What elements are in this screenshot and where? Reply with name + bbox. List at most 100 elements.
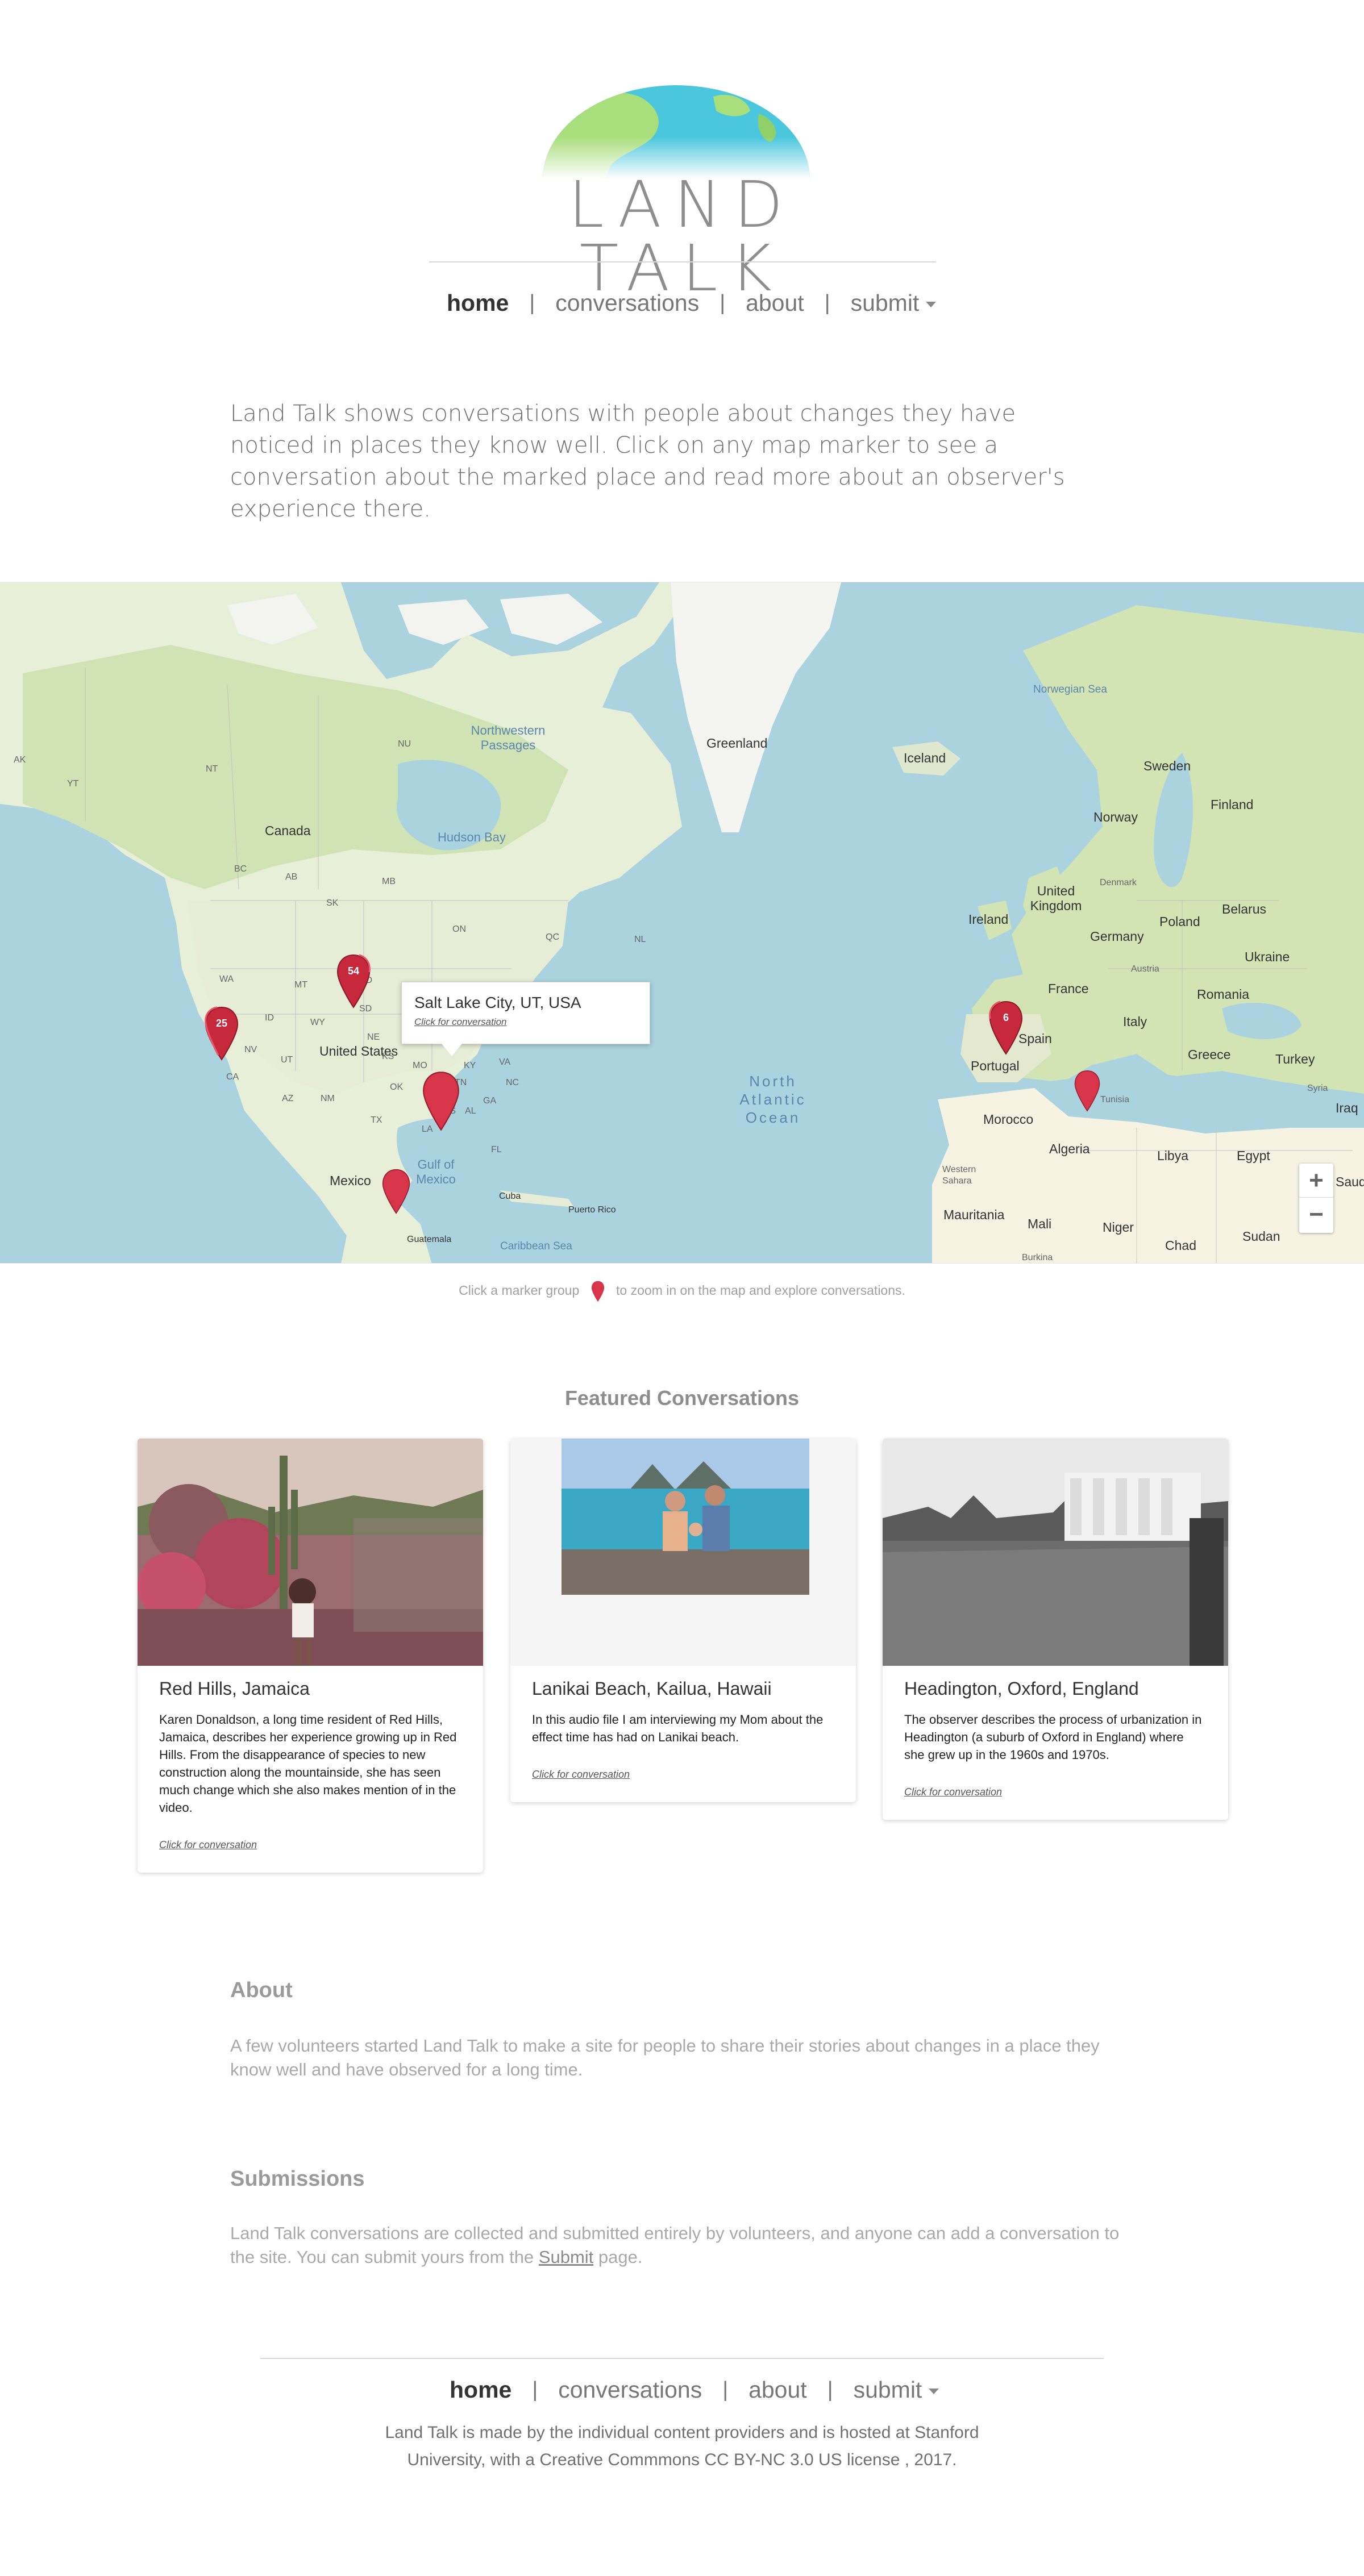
map-label: Northwestern Passages [471,723,546,752]
nav-submit-label: submit [850,289,920,316]
map-label: Mexico [330,1173,371,1188]
map-label: Saudi A [1336,1174,1364,1189]
about-text: A few volunteers started Land Talk to ma… [230,2036,1100,2079]
map-label: KY [464,1061,476,1070]
map-marker-group[interactable]: 6 [989,1001,1023,1055]
popup-conversation-link[interactable]: Click for conversation [414,1016,637,1028]
map-label: Niger [1103,1220,1134,1235]
map-marker[interactable] [382,1169,410,1214]
nav-separator: | [720,290,726,315]
card-description: Karen Donaldson, a long time resident of… [159,1712,457,1815]
nav-conversations[interactable]: conversations [555,2377,705,2403]
zoom-in-button[interactable]: + [1299,1164,1333,1198]
card-title: Lanikai Beach, Kailua, Hawaii [532,1678,772,1699]
map-label: Cuba [499,1191,521,1201]
header-divider [429,261,936,262]
card-photo [138,1439,483,1666]
featured-card[interactable]: Headington, Oxford, England The observer… [883,1439,1228,1820]
map-marker[interactable] [1074,1070,1100,1112]
footer-line: Land Talk is made by the individual cont… [385,2423,979,2442]
map-label: North Atlantic Ocean [739,1073,806,1126]
map-label: Spain [1018,1031,1052,1046]
map-label: Iraq [1336,1101,1358,1115]
map-label: Greece [1188,1047,1231,1062]
card-photo [510,1439,856,1666]
map-label: Puerto Rico [568,1205,616,1215]
map-pin-icon [1074,1070,1100,1112]
nav-submit-dropdown[interactable]: submit [850,2377,943,2403]
map-pin-icon [382,1169,410,1214]
nav-home[interactable]: home [446,2377,515,2403]
map-label: Portugal [971,1058,1020,1073]
map-label: Chad [1165,1238,1196,1253]
map-label: Egypt [1237,1148,1270,1163]
map-hint: Click a marker group to zoom in on the m… [0,1281,1364,1302]
footer-divider [260,2358,1104,2359]
featured-card[interactable]: Red Hills, Jamaica Karen Donaldson, a lo… [138,1439,483,1873]
map-label: Denmark [1100,878,1137,887]
marker-count: 6 [1003,1012,1009,1023]
map-label: OK [390,1082,404,1092]
map-marker-group[interactable]: 25 [205,1006,239,1061]
card-conversation-link[interactable]: Click for conversation [159,1839,257,1851]
nav-submit-dropdown[interactable]: submit [847,290,940,316]
map-label: France [1048,981,1089,996]
map-marker-group[interactable]: 54 [336,954,371,1008]
map-label: Belarus [1222,902,1266,916]
nav-home[interactable]: home [443,290,512,316]
site-logo[interactable]: LAND TALK [472,80,892,301]
map-marker[interactable] [422,1070,460,1132]
map-label: Greenland [706,736,768,751]
map-label: Syria [1307,1083,1328,1093]
map-label: SK [326,898,339,908]
map-label: AK [14,755,26,765]
site-title: LAND TALK [568,168,796,306]
nav-about[interactable]: about [745,2377,810,2403]
map-label: Italy [1123,1014,1147,1029]
map-label: Libya [1157,1148,1188,1163]
map-label: CA [226,1072,239,1082]
nav-about[interactable]: about [742,290,808,316]
submissions-text-before: Land Talk conversations are collected an… [230,2223,1120,2267]
map-label: Turkey [1275,1052,1315,1066]
map-label: Gulf of Mexico [416,1157,456,1186]
about-title: About [230,1978,293,2002]
map-label: WY [310,1018,325,1027]
map-label: NL [634,935,646,944]
map-label: Sweden [1143,758,1191,773]
card-conversation-link[interactable]: Click for conversation [532,1769,630,1781]
card-conversation-link[interactable]: Click for conversation [904,1786,1002,1798]
map-popup: Salt Lake City, UT, USA Click for conver… [401,982,650,1056]
marker-count: 54 [347,965,360,977]
caret-down-icon [929,2388,939,2394]
nav-separator: | [824,290,830,315]
card-description: In this audio file I am interviewing my … [532,1712,824,1744]
map-label: TX [371,1115,382,1125]
card-photo [883,1439,1228,1666]
card-title: Headington, Oxford, England [904,1678,1139,1699]
map-label: Hudson Bay [438,830,506,844]
map-pin-icon [591,1281,604,1302]
map-label: Tunisia [1100,1095,1129,1104]
map-label: NC [506,1078,519,1087]
submit-page-link[interactable]: Submit [539,2247,593,2267]
map-label: KS [382,1052,394,1061]
featured-card[interactable]: Lanikai Beach, Kailua, Hawaii In this au… [510,1439,856,1802]
marker-count: 25 [215,1018,228,1029]
card-title: Red Hills, Jamaica [159,1678,310,1699]
zoom-out-button[interactable]: − [1299,1198,1333,1232]
map-label: GA [483,1096,497,1106]
map-label: NU [398,739,411,749]
map-label: VA [499,1057,511,1067]
nav-conversations[interactable]: conversations [552,290,702,316]
submissions-title: Submissions [230,2167,365,2191]
map-label: Ukraine [1245,949,1290,964]
map-label: AB [285,872,298,882]
map-label: AL [465,1106,476,1116]
map-label: UT [281,1055,293,1065]
map-label: MB [382,877,396,886]
map-label: ID [265,1013,274,1023]
conversation-map[interactable]: Greenland Iceland Norwegian Sea Sweden F… [0,582,1364,1264]
map-label: Guatemala [407,1235,452,1244]
popup-title: Salt Lake City, UT, USA [414,994,581,1011]
